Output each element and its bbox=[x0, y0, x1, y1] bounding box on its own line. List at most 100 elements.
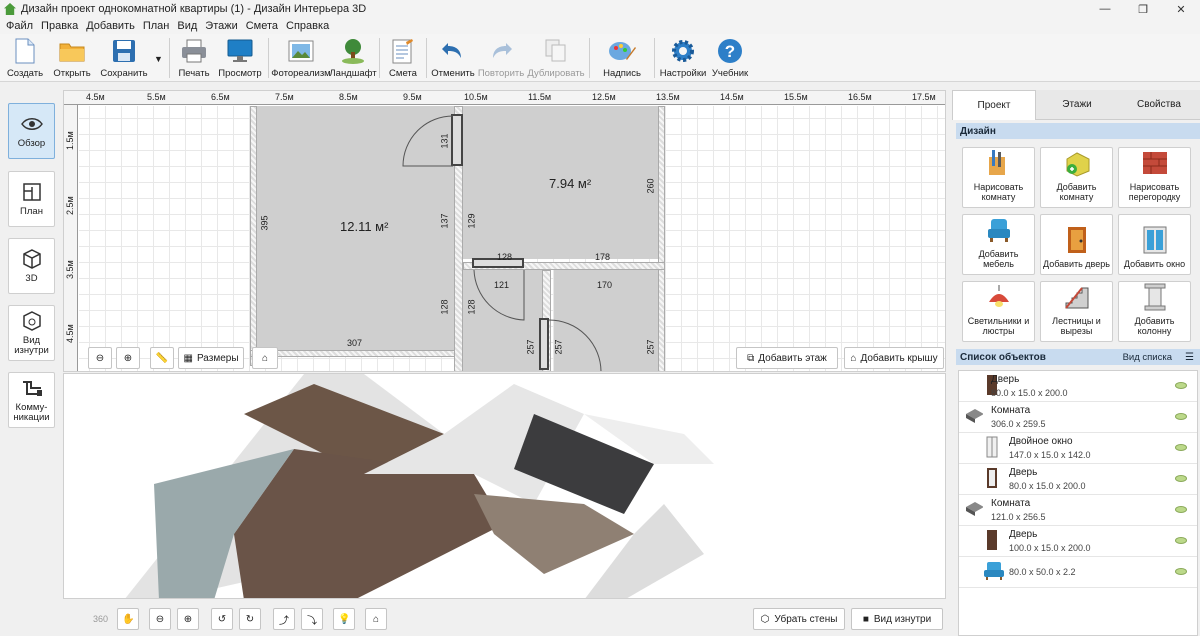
toolbar-separator bbox=[654, 38, 655, 78]
list-item[interactable]: Комната 306.0 x 259.5 bbox=[959, 402, 1197, 433]
menu-floors[interactable]: Этажи bbox=[201, 20, 241, 32]
menu-add[interactable]: Добавить bbox=[82, 20, 139, 32]
menu-file[interactable]: Файл bbox=[2, 20, 37, 32]
door-icon bbox=[983, 529, 1001, 551]
zoom-out-button[interactable]: ⊖ bbox=[88, 347, 112, 369]
print-button[interactable]: Печать bbox=[173, 34, 215, 82]
preview-button[interactable]: Просмотр bbox=[215, 34, 265, 82]
open-button[interactable]: Открыть bbox=[50, 34, 94, 82]
tab-properties[interactable]: Свойства bbox=[1118, 90, 1200, 120]
rotate-left-button[interactable]: ↺ bbox=[211, 608, 233, 630]
visibility-eye-icon[interactable] bbox=[1175, 475, 1187, 482]
list-item[interactable]: Дверь 100.0 x 15.0 x 200.0 bbox=[959, 526, 1197, 557]
close-icon[interactable]: ✕ bbox=[1162, 0, 1200, 18]
dimension-label: 260 bbox=[645, 178, 656, 194]
add-column-button[interactable]: Добавить колонну bbox=[1118, 281, 1191, 342]
minimize-icon[interactable]: — bbox=[1086, 0, 1124, 18]
menu-edit[interactable]: Правка bbox=[37, 20, 82, 32]
pan-button[interactable]: ✋ bbox=[117, 608, 140, 630]
lights-button[interactable]: Светильники и люстры bbox=[962, 281, 1035, 342]
inside-view-icon bbox=[21, 310, 43, 332]
printer-icon bbox=[180, 37, 208, 65]
nav-overview[interactable]: Обзор bbox=[8, 103, 55, 159]
list-item[interactable]: Двойное окно 147.0 x 15.0 x 142.0 bbox=[959, 433, 1197, 464]
tilt-down-button[interactable]: ⤵ bbox=[301, 608, 323, 630]
wall[interactable] bbox=[658, 106, 665, 371]
nav-3d[interactable]: 3D bbox=[8, 238, 55, 294]
room-2-area: 7.94 м² bbox=[549, 176, 592, 191]
duplicate-button[interactable]: Дублировать bbox=[526, 34, 586, 82]
remove-walls-button[interactable]: ⬡ Убрать стены bbox=[753, 608, 845, 630]
add-roof-button[interactable]: ⌂ Добавить крышу bbox=[844, 347, 944, 369]
visibility-eye-icon[interactable] bbox=[1175, 568, 1187, 575]
visibility-eye-icon[interactable] bbox=[1175, 444, 1187, 451]
tutorial-button[interactable]: ? Учебник bbox=[708, 34, 752, 82]
objects-list[interactable]: Дверь 80.0 x 15.0 x 200.0 Комната 306.0 … bbox=[958, 370, 1198, 636]
zoom-in-button[interactable]: ⊕ bbox=[116, 347, 140, 369]
3d-scene[interactable] bbox=[64, 374, 946, 599]
dimension-label: 257 bbox=[645, 339, 656, 355]
menu-help[interactable]: Справка bbox=[282, 20, 333, 32]
stairs-button[interactable]: Лестницы и вырезы bbox=[1040, 281, 1113, 342]
text-label-icon bbox=[608, 37, 636, 65]
tab-floors[interactable]: Этажи bbox=[1036, 90, 1118, 120]
monitor-icon bbox=[226, 37, 254, 65]
menu-estimate[interactable]: Смета bbox=[242, 20, 282, 32]
add-furniture-button[interactable]: Добавить мебель bbox=[962, 214, 1035, 275]
camera-icon: ■ bbox=[862, 613, 869, 625]
nav-plan[interactable]: План bbox=[8, 171, 55, 227]
rotate-right-button[interactable]: ↻ bbox=[239, 608, 261, 630]
visibility-eye-icon[interactable] bbox=[1175, 537, 1187, 544]
list-item[interactable]: Комната 121.0 x 256.5 bbox=[959, 495, 1197, 526]
tab-project[interactable]: Проект bbox=[952, 90, 1036, 120]
rotate-360-button[interactable]: 360 bbox=[89, 608, 112, 630]
undo-button[interactable]: Отменить bbox=[430, 34, 476, 82]
list-item[interactable]: Дверь 80.0 x 15.0 x 200.0 bbox=[959, 371, 1197, 402]
view-list-link[interactable]: Вид списка bbox=[1123, 352, 1172, 363]
plan-icon bbox=[21, 181, 43, 203]
light-button[interactable]: 💡 bbox=[333, 608, 356, 630]
visibility-eye-icon[interactable] bbox=[1175, 413, 1187, 420]
view-3d[interactable] bbox=[63, 373, 946, 599]
ruler-button[interactable]: 📏 bbox=[150, 347, 174, 369]
list-item[interactable]: 80.0 x 50.0 x 2.2 bbox=[959, 557, 1197, 588]
menu-plan[interactable]: План bbox=[139, 20, 174, 32]
plan-canvas[interactable]: 12.11 м² 7.94 м² 395 307 137 128 131 129… bbox=[79, 106, 945, 371]
visibility-eye-icon[interactable] bbox=[1175, 506, 1187, 513]
home-3d-button[interactable]: ⌂ bbox=[365, 608, 387, 630]
save-dropdown-icon[interactable]: ▼ bbox=[154, 34, 166, 64]
photorealism-button[interactable]: Фотореализм bbox=[271, 34, 331, 82]
zoom-in-3d-button[interactable]: ⊕ bbox=[177, 608, 199, 630]
plan-view-2d[interactable]: 4.5м 5.5м 6.5м 7.5м 8.5м 9.5м 10.5м 11.5… bbox=[63, 90, 946, 372]
list-item[interactable]: Дверь 80.0 x 15.0 x 200.0 bbox=[959, 464, 1197, 495]
visibility-eye-icon[interactable] bbox=[1175, 382, 1187, 389]
maximize-icon[interactable]: ❐ bbox=[1124, 0, 1162, 18]
add-window-button[interactable]: Добавить окно bbox=[1118, 214, 1191, 275]
add-room-button[interactable]: Добавить комнату bbox=[1040, 147, 1113, 208]
nav-inside-view[interactable]: Вид изнутри bbox=[8, 305, 55, 361]
label-button[interactable]: Надпись bbox=[593, 34, 651, 82]
settings-button[interactable]: Настройки bbox=[658, 34, 708, 82]
wall[interactable] bbox=[250, 106, 257, 366]
save-button[interactable]: Сохранить bbox=[94, 34, 154, 82]
inside-view-button[interactable]: ■ Вид изнутри bbox=[851, 608, 943, 630]
estimate-button[interactable]: Смета bbox=[383, 34, 423, 82]
wall[interactable] bbox=[250, 350, 460, 357]
redo-button[interactable]: Повторить bbox=[476, 34, 526, 82]
list-view-icon[interactable]: ☰ bbox=[1185, 352, 1194, 363]
dimension-label: 128 bbox=[439, 299, 450, 315]
draw-room-icon bbox=[984, 148, 1014, 178]
add-door-button[interactable]: Добавить дверь bbox=[1040, 214, 1113, 275]
sizes-button[interactable]: ▦ Размеры bbox=[178, 347, 244, 369]
add-floor-button[interactable]: ⧉ Добавить этаж bbox=[736, 347, 838, 369]
nav-communications[interactable]: Комму-никации bbox=[8, 372, 55, 428]
app-house-icon bbox=[4, 3, 16, 15]
tilt-up-button[interactable]: ⤴ bbox=[273, 608, 295, 630]
draw-room-button[interactable]: Нарисовать комнату bbox=[962, 147, 1035, 208]
home-button[interactable]: ⌂ bbox=[252, 347, 278, 369]
draw-partition-button[interactable]: Нарисовать перегородку bbox=[1118, 147, 1191, 208]
landscape-button[interactable]: Ландшафт bbox=[329, 34, 377, 82]
menu-view[interactable]: Вид bbox=[173, 20, 201, 32]
new-button[interactable]: Создать bbox=[0, 34, 50, 82]
zoom-out-3d-button[interactable]: ⊖ bbox=[149, 608, 171, 630]
